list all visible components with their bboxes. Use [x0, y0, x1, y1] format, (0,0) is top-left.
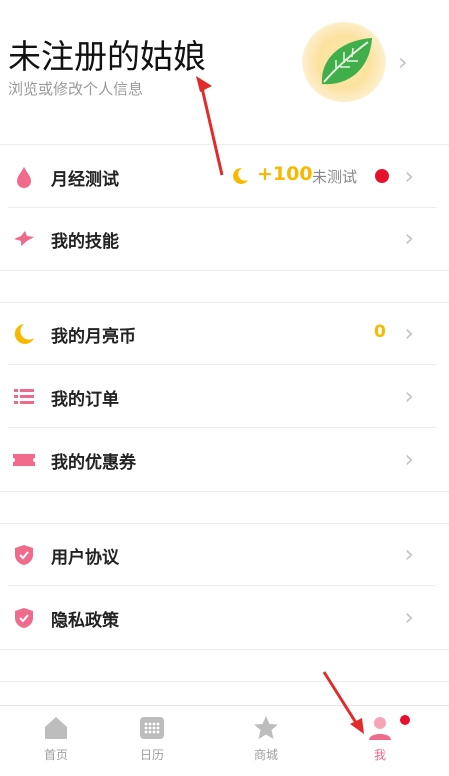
tab-me[interactable]: 我: [324, 706, 436, 776]
divider: [0, 681, 449, 682]
menu-label: 我的优惠券: [51, 453, 136, 473]
moon-coin-count: 0: [374, 322, 386, 342]
menu-label: 我的订单: [51, 390, 119, 410]
tab-label: 商城: [253, 748, 278, 762]
home-icon: [45, 717, 67, 739]
menu-label: 用户协议: [51, 548, 119, 568]
divider: [0, 270, 449, 271]
chevron-right-icon: ›: [404, 224, 414, 252]
menu-label: 隐私政策: [51, 611, 119, 631]
menu-label: 我的月亮币: [51, 327, 136, 347]
bonus-points: +100: [257, 163, 313, 185]
tab-label: 日历: [139, 748, 164, 762]
chevron-right-icon: ›: [404, 445, 414, 473]
bottom-tab-bar: 首页 日历 商城 我: [0, 705, 449, 776]
menu-label: 月经测试: [51, 170, 119, 190]
drop-icon: [17, 167, 31, 188]
calendar-icon: [140, 717, 164, 739]
menu-item-period-test[interactable]: 月经测试 +100 未测试 ›: [8, 146, 436, 208]
menu-item-coupons[interactable]: 我的优惠券 ›: [8, 429, 436, 491]
list-icon: [14, 389, 34, 404]
menu-label: 我的技能: [51, 232, 119, 252]
chevron-right-icon: ›: [404, 603, 414, 631]
person-icon: [369, 717, 391, 740]
tab-label: 我: [373, 748, 386, 762]
chevron-right-icon: ›: [404, 540, 414, 568]
divider: [0, 649, 449, 650]
chevron-right-icon: ›: [404, 382, 414, 410]
menu-item-user-agreement[interactable]: 用户协议 ›: [8, 524, 436, 586]
tab-mall[interactable]: 商城: [210, 706, 322, 776]
menu-item-skills[interactable]: 我的技能 ›: [8, 208, 436, 270]
chevron-right-icon: ›: [404, 162, 414, 190]
moon-icon: [14, 324, 34, 344]
chevron-right-icon: ›: [404, 319, 414, 347]
test-status: 未测试: [312, 168, 358, 186]
shield-icon: [15, 545, 33, 565]
menu-item-privacy-policy[interactable]: 隐私政策 ›: [8, 587, 436, 649]
profile-chevron-icon: ›: [398, 48, 408, 76]
status-dot: [375, 169, 389, 183]
star-icon: [254, 716, 278, 739]
ticket-icon: [13, 454, 35, 466]
shield-icon: [15, 608, 33, 628]
menu-item-moon-coins[interactable]: 我的月亮币 0 ›: [8, 303, 436, 365]
notification-badge: [398, 713, 412, 727]
profile-subtitle: 浏览或修改个人信息: [8, 80, 144, 98]
profile-name: 未注册的姑娘: [8, 37, 206, 76]
avatar[interactable]: [302, 22, 386, 102]
divider: [0, 144, 449, 145]
tab-calendar[interactable]: 日历: [96, 706, 208, 776]
profile-header[interactable]: 未注册的姑娘 浏览或修改个人信息 ›: [0, 0, 449, 140]
menu-item-orders[interactable]: 我的订单 ›: [8, 366, 436, 428]
bird-icon: [14, 231, 34, 246]
divider: [0, 491, 449, 492]
moon-icon: [233, 167, 248, 184]
